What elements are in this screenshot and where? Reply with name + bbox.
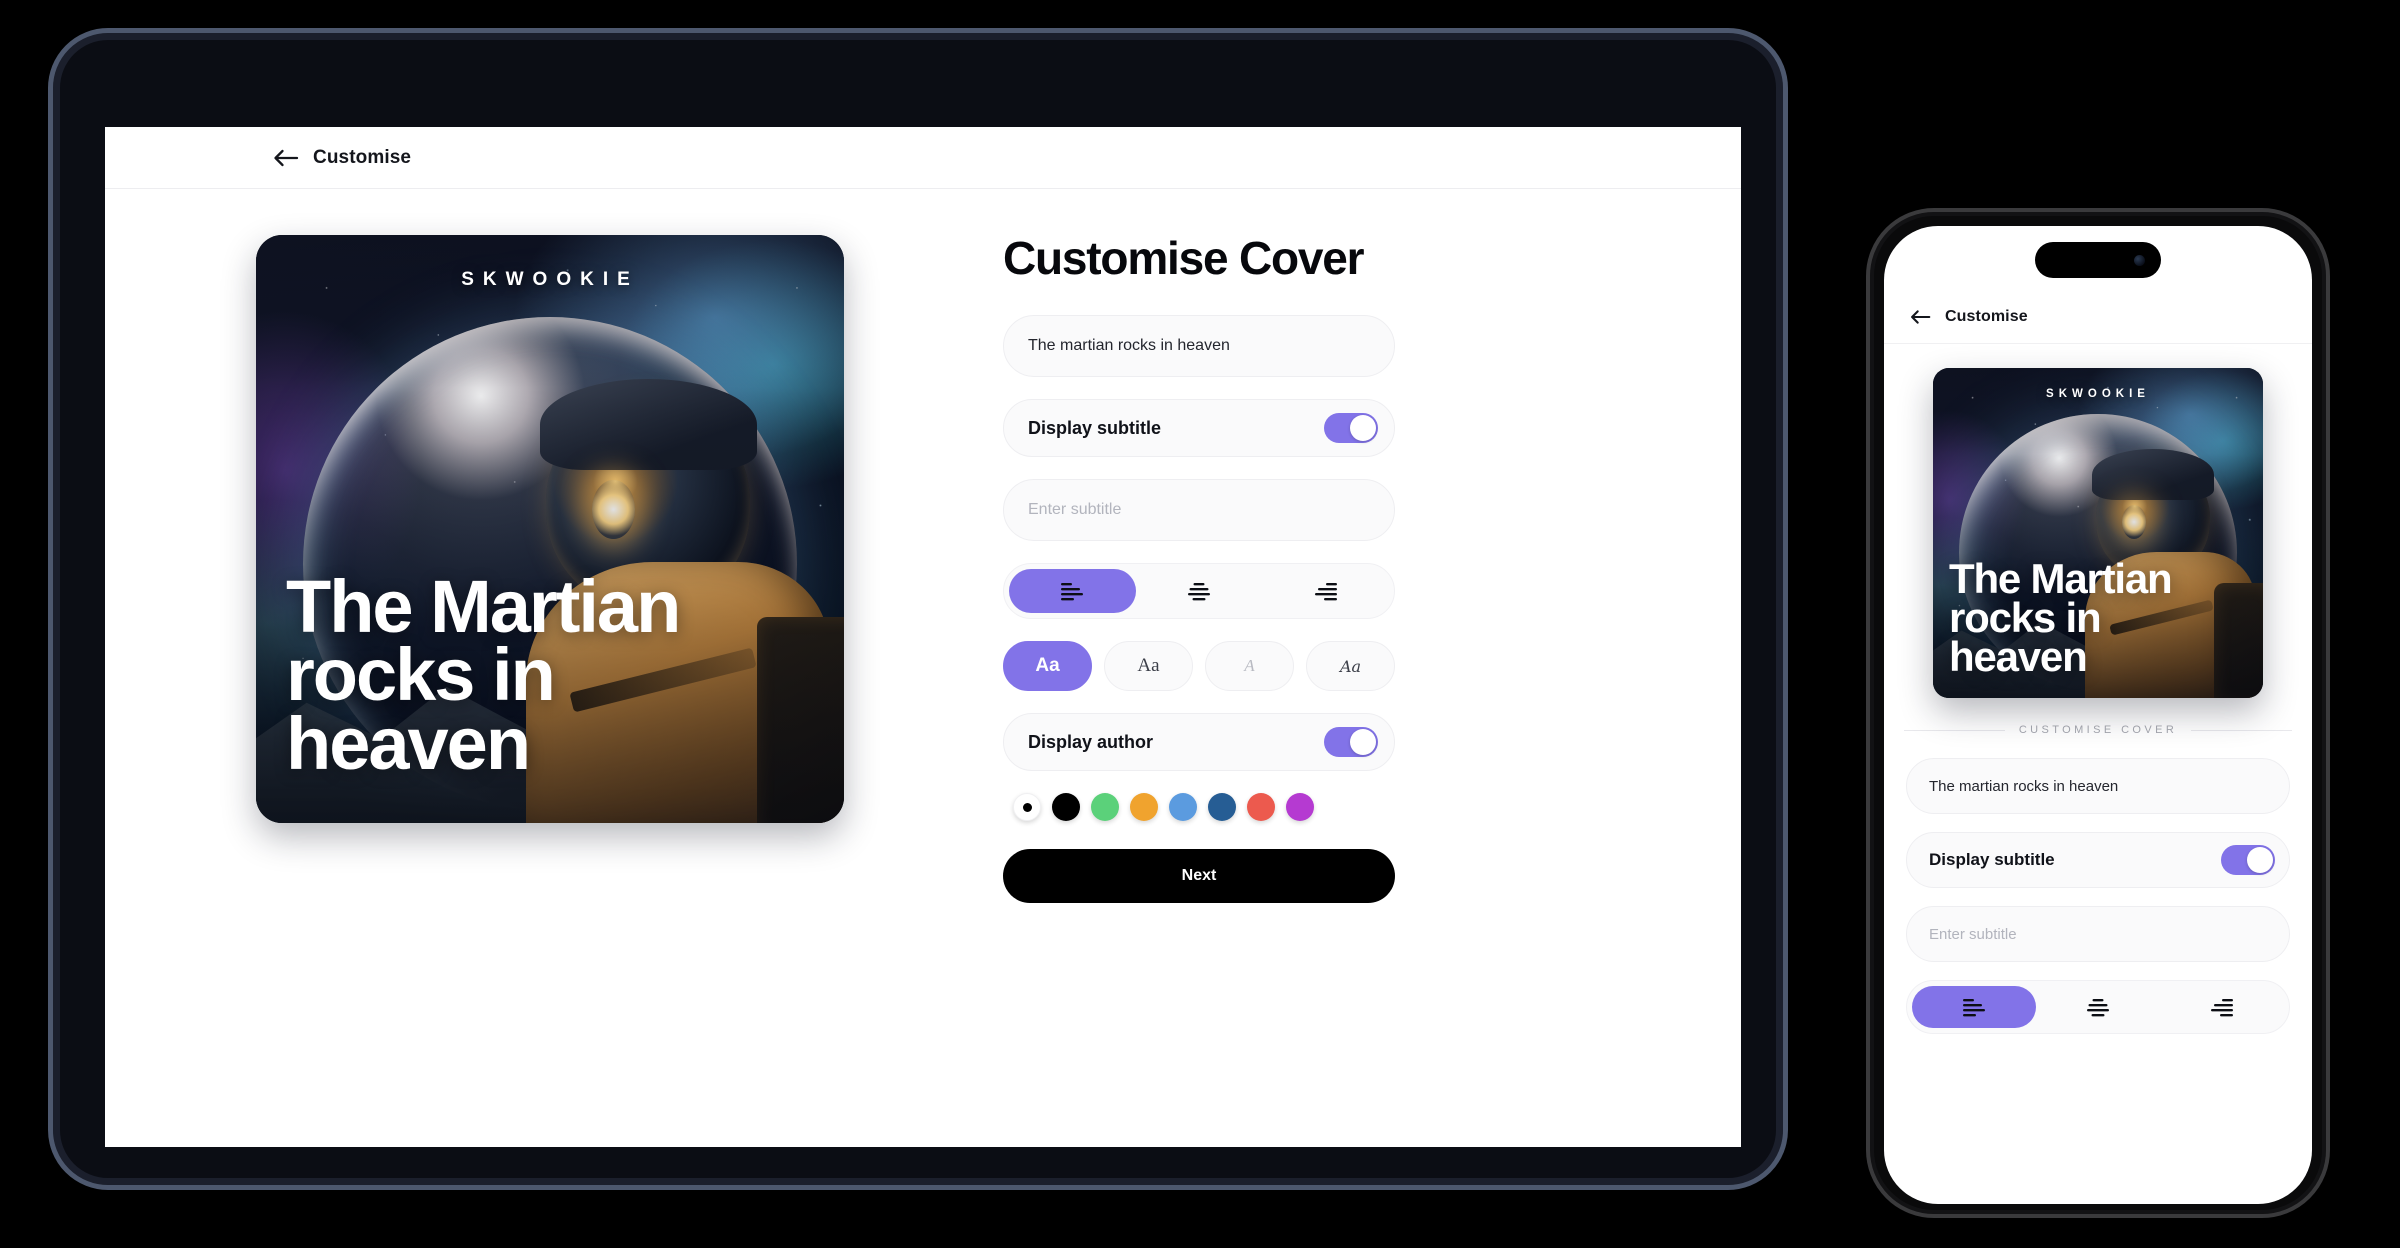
phone-title-input[interactable]: The martian rocks in heaven bbox=[1906, 758, 2290, 814]
color-swatch-2[interactable] bbox=[1091, 793, 1119, 821]
phone-device-frame: Customise SKWOOKIE The Martian rocks in … bbox=[1866, 208, 2330, 1218]
toggle-knob bbox=[2247, 847, 2273, 873]
page-title: Customise Cover bbox=[1003, 232, 1365, 284]
divider-line-left bbox=[1904, 729, 2005, 731]
back-button[interactable]: Customise bbox=[273, 147, 411, 169]
phone-subtitle-input-placeholder: Enter subtitle bbox=[1929, 925, 2017, 943]
phone-power-button[interactable] bbox=[2326, 448, 2330, 534]
phone-back-button[interactable]: Customise bbox=[1910, 308, 2028, 326]
phone-dynamic-island bbox=[2035, 242, 2161, 278]
display-author-toggle[interactable] bbox=[1324, 727, 1378, 757]
subtitle-input-placeholder: Enter subtitle bbox=[1028, 501, 1122, 518]
phone-display-subtitle-row[interactable]: Display subtitle bbox=[1906, 832, 2290, 888]
phone-cover-preview[interactable]: SKWOOKIE The Martian rocks in heaven bbox=[1933, 368, 2263, 698]
display-author-label: Display author bbox=[1028, 731, 1154, 752]
align-right-icon bbox=[1314, 583, 1337, 601]
section-divider: CUSTOMISE COVER bbox=[1904, 724, 2292, 736]
phone-customise-panel: The martian rocks in heaven Display subt… bbox=[1884, 736, 2312, 1034]
align-center-icon bbox=[1188, 583, 1210, 601]
cover-preview[interactable]: SKWOOKIE The Martian rocks in heaven bbox=[256, 235, 844, 823]
cover-brand-text: SKWOOKIE bbox=[461, 269, 639, 290]
screenshot-stage: Customise SKWOOKIE The Martian rocks in … bbox=[0, 0, 2400, 1248]
phone-align-center-button[interactable] bbox=[2036, 986, 2160, 1028]
tablet-device-frame: Customise SKWOOKIE The Martian rocks in … bbox=[48, 28, 1788, 1190]
toggle-knob bbox=[1350, 415, 1376, 441]
phone-display-subtitle-label: Display subtitle bbox=[1929, 850, 2055, 869]
title-input[interactable]: The martian rocks in heaven bbox=[1003, 315, 1395, 377]
tablet-body: SKWOOKIE The Martian rocks in heaven Cus… bbox=[105, 189, 1741, 903]
color-swatch-7[interactable] bbox=[1286, 793, 1314, 821]
tablet-screen: Customise SKWOOKIE The Martian rocks in … bbox=[105, 127, 1741, 1147]
phone-topbar: Customise bbox=[1884, 290, 2312, 344]
align-left-icon bbox=[1963, 999, 1985, 1017]
phone-title-input-value: The martian rocks in heaven bbox=[1929, 777, 2119, 795]
customise-panel: Customise Cover The martian rocks in hea… bbox=[995, 235, 1741, 903]
display-subtitle-label: Display subtitle bbox=[1028, 417, 1162, 438]
phone-align-right-button[interactable] bbox=[2160, 986, 2284, 1028]
cover-title-text: The Martian rocks in heaven bbox=[286, 564, 681, 786]
section-divider-label: CUSTOMISE COVER bbox=[2018, 724, 2178, 736]
tablet-topbar: Customise bbox=[105, 127, 1741, 189]
phone-mute-switch[interactable] bbox=[1866, 330, 1870, 358]
align-right-icon bbox=[2211, 999, 2233, 1017]
text-alignment-group bbox=[1003, 563, 1395, 619]
font-style-group: Aa Aa A Aa bbox=[1003, 641, 1395, 691]
font-option-italic[interactable]: Aa bbox=[1306, 641, 1395, 691]
back-button-label: Customise bbox=[313, 146, 412, 168]
display-author-row[interactable]: Display author bbox=[1003, 713, 1395, 771]
color-swatch-selected-dot bbox=[1022, 802, 1032, 812]
front-camera-icon bbox=[2134, 254, 2145, 266]
next-button[interactable]: Next bbox=[1003, 849, 1395, 903]
font-option-sans[interactable]: Aa bbox=[1003, 641, 1092, 691]
phone-subtitle-input[interactable]: Enter subtitle bbox=[1906, 906, 2290, 962]
font-option-script[interactable]: A bbox=[1205, 641, 1294, 691]
phone-display-subtitle-toggle[interactable] bbox=[2221, 845, 2275, 875]
phone-cover-preview-area: SKWOOKIE The Martian rocks in heaven bbox=[1884, 368, 2312, 698]
color-swatch-3[interactable] bbox=[1130, 793, 1158, 821]
phone-volume-up-button[interactable] bbox=[1866, 408, 1870, 462]
color-swatch-5[interactable] bbox=[1208, 793, 1236, 821]
phone-cover-title-text: The Martian rocks in heaven bbox=[1949, 554, 2173, 680]
phone-volume-down-button[interactable] bbox=[1866, 478, 1870, 532]
align-left-button[interactable] bbox=[1009, 569, 1136, 613]
display-subtitle-toggle[interactable] bbox=[1324, 413, 1378, 443]
color-swatch-group bbox=[1013, 793, 1405, 821]
color-swatch-1[interactable] bbox=[1052, 793, 1080, 821]
divider-line-right bbox=[2191, 729, 2292, 731]
toggle-knob bbox=[1350, 729, 1376, 755]
phone-text-alignment-group bbox=[1906, 980, 2290, 1034]
phone-screen: Customise SKWOOKIE The Martian rocks in … bbox=[1884, 226, 2312, 1204]
arrow-left-icon bbox=[274, 149, 299, 166]
arrow-left-icon bbox=[1911, 309, 1931, 324]
align-center-icon bbox=[2087, 999, 2109, 1017]
phone-cover-brand-text: SKWOOKIE bbox=[2046, 388, 2150, 400]
color-swatch-0[interactable] bbox=[1013, 793, 1041, 821]
align-right-button[interactable] bbox=[1262, 569, 1389, 613]
cover-preview-area: SKWOOKIE The Martian rocks in heaven bbox=[105, 235, 995, 903]
title-input-value: The martian rocks in heaven bbox=[1028, 337, 1230, 354]
color-swatch-4[interactable] bbox=[1169, 793, 1197, 821]
font-option-serif[interactable]: Aa bbox=[1104, 641, 1193, 691]
display-subtitle-row[interactable]: Display subtitle bbox=[1003, 399, 1395, 457]
align-left-icon bbox=[1061, 583, 1084, 601]
color-swatch-6[interactable] bbox=[1247, 793, 1275, 821]
align-center-button[interactable] bbox=[1136, 569, 1263, 613]
subtitle-input[interactable]: Enter subtitle bbox=[1003, 479, 1395, 541]
phone-back-button-label: Customise bbox=[1945, 307, 2028, 325]
phone-align-left-button[interactable] bbox=[1912, 986, 2036, 1028]
